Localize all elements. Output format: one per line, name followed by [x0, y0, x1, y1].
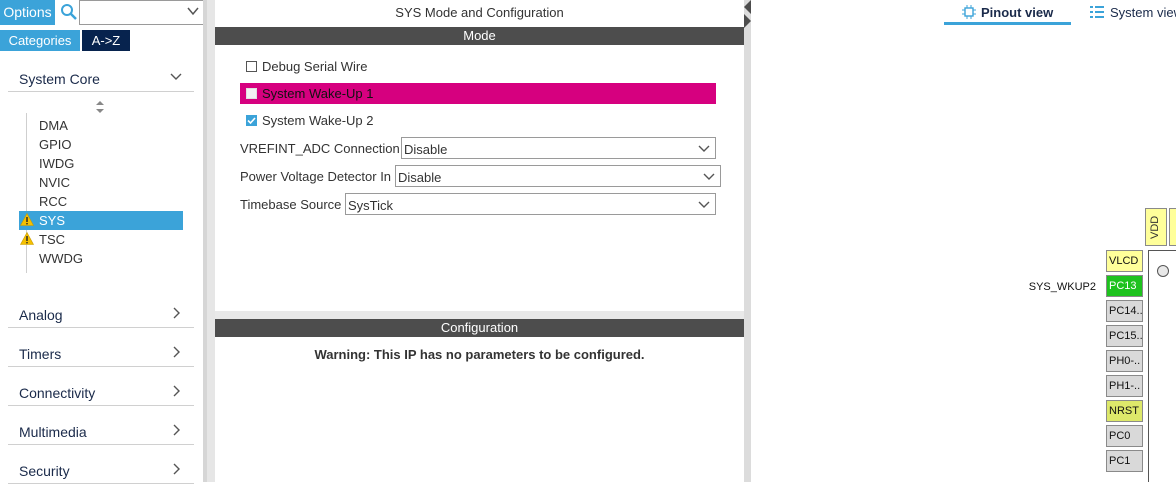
- search-icon[interactable]: [60, 3, 78, 21]
- pin-ph0[interactable]: PH0-..: [1106, 350, 1143, 372]
- pin-pc13[interactable]: PC13: [1106, 275, 1143, 297]
- peripheral-item-dma[interactable]: DMA: [19, 116, 183, 135]
- pin-pc0[interactable]: PC0: [1106, 425, 1143, 447]
- tab-system-view[interactable]: System view: [1090, 0, 1176, 26]
- pin-nrst[interactable]: NRST: [1106, 400, 1143, 422]
- mode-header: Mode: [215, 27, 744, 45]
- pin-pc15[interactable]: PC15..: [1106, 325, 1143, 347]
- peripheral-item-tsc[interactable]: TSC: [19, 230, 183, 249]
- splitter[interactable]: [207, 0, 215, 482]
- checkbox[interactable]: [246, 61, 257, 72]
- pin-signal-label: SYS_WKUP2: [1028, 281, 1096, 293]
- vrefint-select[interactable]: Disable: [401, 137, 716, 159]
- peripheral-label: WWDG: [39, 251, 84, 266]
- select-value: Disable: [404, 142, 448, 157]
- peripheral-item-gpio[interactable]: GPIO: [19, 135, 183, 154]
- group-label: Multimedia: [19, 424, 87, 440]
- group-system-core[interactable]: System Core: [8, 62, 194, 92]
- group-label: Analog: [19, 307, 63, 323]
- pin-top-partial[interactable]: [1169, 208, 1176, 246]
- chip-icon: [962, 5, 976, 19]
- pin-vdd[interactable]: VDD: [1145, 208, 1167, 246]
- pin-pc14[interactable]: PC14..: [1106, 300, 1143, 322]
- list-grid-icon: [1090, 6, 1104, 18]
- chevron-down-icon: [698, 145, 710, 152]
- sort-icon[interactable]: [95, 100, 105, 114]
- az-tab[interactable]: A->Z: [82, 30, 130, 51]
- group-multimedia[interactable]: Multimedia: [8, 415, 194, 445]
- group-timers[interactable]: Timers: [8, 337, 194, 367]
- config-warning-text: Warning: This IP has no parameters to be…: [314, 347, 645, 362]
- pin-ph1[interactable]: PH1-..: [1106, 375, 1143, 397]
- warning-icon: [20, 232, 34, 245]
- group-security[interactable]: Security: [8, 454, 194, 484]
- field-label: Timebase Source: [240, 197, 342, 212]
- peripheral-item-iwdg[interactable]: IWDG: [19, 154, 183, 173]
- collapse-left-icon[interactable]: [744, 0, 751, 30]
- chevron-right-icon: [173, 424, 180, 436]
- group-label: System Core: [19, 71, 100, 87]
- checkbox-label: System Wake-Up 1: [262, 86, 374, 101]
- select-value: Disable: [398, 170, 442, 185]
- checkbox-system-wakeup-2[interactable]: System Wake-Up 2: [240, 110, 716, 131]
- options-button[interactable]: Options: [0, 0, 55, 25]
- group-analog[interactable]: Analog: [8, 298, 194, 328]
- collapse-handle[interactable]: [744, 0, 751, 482]
- group-label: Timers: [19, 346, 62, 362]
- checkbox-checked[interactable]: [246, 115, 257, 126]
- mcu-chip-body: [1148, 250, 1176, 482]
- search-input[interactable]: [79, 0, 206, 25]
- tab-pinout-view[interactable]: Pinout view: [944, 0, 1071, 26]
- checkbox-label: Debug Serial Wire: [262, 59, 368, 74]
- warning-icon: [20, 213, 34, 226]
- tab-label: Pinout view: [981, 5, 1054, 20]
- chevron-down-icon: [698, 201, 710, 208]
- chevron-right-icon: [173, 463, 180, 475]
- field-label: VREFINT_ADC Connection: [240, 141, 400, 156]
- group-connectivity[interactable]: Connectivity: [8, 376, 194, 406]
- checkbox-label: System Wake-Up 2: [262, 113, 374, 128]
- peripheral-label: GPIO: [39, 137, 72, 152]
- field-label: Power Voltage Detector In: [240, 169, 392, 184]
- chevron-down-icon: [170, 73, 182, 80]
- active-tab-underline: [944, 22, 1071, 25]
- peripheral-item-rcc[interactable]: RCC: [19, 192, 183, 211]
- check-icon: [246, 115, 257, 126]
- chevron-right-icon: [173, 307, 180, 319]
- configuration-header: Configuration: [215, 319, 744, 337]
- peripheral-label: DMA: [39, 118, 68, 133]
- peripheral-item-wwdg[interactable]: WWDG: [19, 249, 183, 268]
- pvd-select[interactable]: Disable: [395, 165, 721, 187]
- panel-title: SYS Mode and Configuration: [215, 0, 744, 27]
- select-value: SysTick: [348, 198, 394, 213]
- left-panel: Options Categories A->Z System Core DMA …: [0, 0, 207, 484]
- peripheral-label: NVIC: [39, 175, 71, 190]
- peripheral-label: IWDG: [39, 156, 75, 171]
- peripheral-item-sys[interactable]: SYS: [19, 211, 183, 230]
- peripheral-label: SYS: [39, 213, 66, 228]
- chevron-down-icon: [703, 173, 715, 180]
- chevron-right-icon: [173, 385, 180, 397]
- chevron-right-icon: [173, 346, 180, 358]
- peripheral-item-nvic[interactable]: NVIC: [19, 173, 183, 192]
- peripheral-label: RCC: [39, 194, 68, 209]
- pin-vlcd[interactable]: VLCD: [1106, 250, 1143, 272]
- checkbox-debug-serial-wire[interactable]: Debug Serial Wire: [240, 56, 716, 77]
- pin-pc1[interactable]: PC1: [1106, 450, 1143, 472]
- categories-tab[interactable]: Categories: [0, 30, 80, 51]
- tab-label: System view: [1110, 5, 1176, 20]
- peripheral-label: TSC: [39, 232, 65, 247]
- chevron-down-icon[interactable]: [186, 4, 200, 18]
- checkbox-system-wakeup-1[interactable]: System Wake-Up 1: [240, 83, 716, 104]
- checkbox[interactable]: [246, 88, 257, 99]
- group-label: Connectivity: [19, 385, 96, 401]
- group-label: Security: [19, 463, 70, 479]
- pin1-marker-icon: [1157, 265, 1169, 277]
- pin-label: VDD: [1149, 215, 1161, 239]
- timebase-select[interactable]: SysTick: [345, 193, 716, 215]
